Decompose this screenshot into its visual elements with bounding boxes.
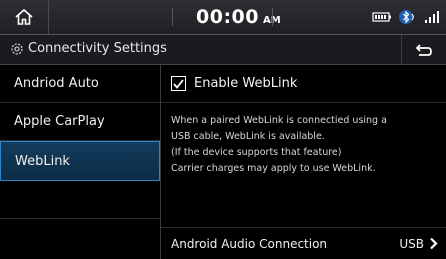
- check-icon: [173, 78, 184, 89]
- enable-weblink-label: Enable WebLink: [194, 76, 298, 91]
- sidebar: Andriod Auto Apple CarPlay WebLink: [0, 65, 161, 259]
- status-bar: 00:00 AM: [0, 0, 446, 35]
- status-divider: [272, 8, 273, 26]
- home-icon: [15, 8, 33, 25]
- title-bar: Connectivity Settings: [0, 35, 446, 65]
- audio-connection-value: USB: [399, 236, 424, 251]
- bluetooth-icon: [399, 10, 414, 24]
- audio-connection-label: Android Audio Connection: [171, 236, 328, 251]
- sidebar-item-weblink[interactable]: WebLink: [0, 141, 160, 181]
- android-audio-connection-row[interactable]: Android Audio Connection USB: [161, 227, 446, 259]
- sidebar-empty-row: [0, 181, 160, 219]
- back-button[interactable]: [401, 35, 446, 64]
- enable-weblink-checkbox[interactable]: [171, 76, 186, 91]
- sidebar-item-android-auto[interactable]: Andriod Auto: [0, 65, 160, 103]
- content-panel: Enable WebLink When a paired WebLink is …: [161, 65, 446, 259]
- clock-time: 00:00: [196, 6, 259, 28]
- signal-icon: [425, 11, 439, 23]
- status-divider: [172, 8, 173, 26]
- settings-icon: [11, 43, 23, 55]
- chevron-right-icon: [430, 237, 438, 250]
- back-icon: [415, 43, 432, 56]
- weblink-description: When a paired WebLink is connectied usin…: [171, 113, 441, 177]
- description-line: (If the device supports that feature): [171, 147, 342, 158]
- battery-icon: [372, 12, 391, 22]
- enable-weblink-row[interactable]: Enable WebLink: [161, 65, 446, 103]
- home-button[interactable]: [0, 0, 49, 34]
- sidebar-item-apple-carplay[interactable]: Apple CarPlay: [0, 103, 160, 141]
- clock: 00:00 AM: [196, 0, 281, 34]
- page-title: Connectivity Settings: [28, 41, 167, 56]
- status-icons: [372, 9, 440, 25]
- description-line: USB cable, WebLink is available.: [171, 131, 325, 142]
- sidebar-item-label: WebLink: [15, 153, 70, 169]
- description-line: Carrier charges may apply to use WebLink…: [171, 163, 376, 174]
- sidebar-item-label: Andriod Auto: [14, 76, 99, 91]
- sidebar-item-label: Apple CarPlay: [14, 114, 105, 129]
- description-line: When a paired WebLink is connectied usin…: [171, 115, 387, 126]
